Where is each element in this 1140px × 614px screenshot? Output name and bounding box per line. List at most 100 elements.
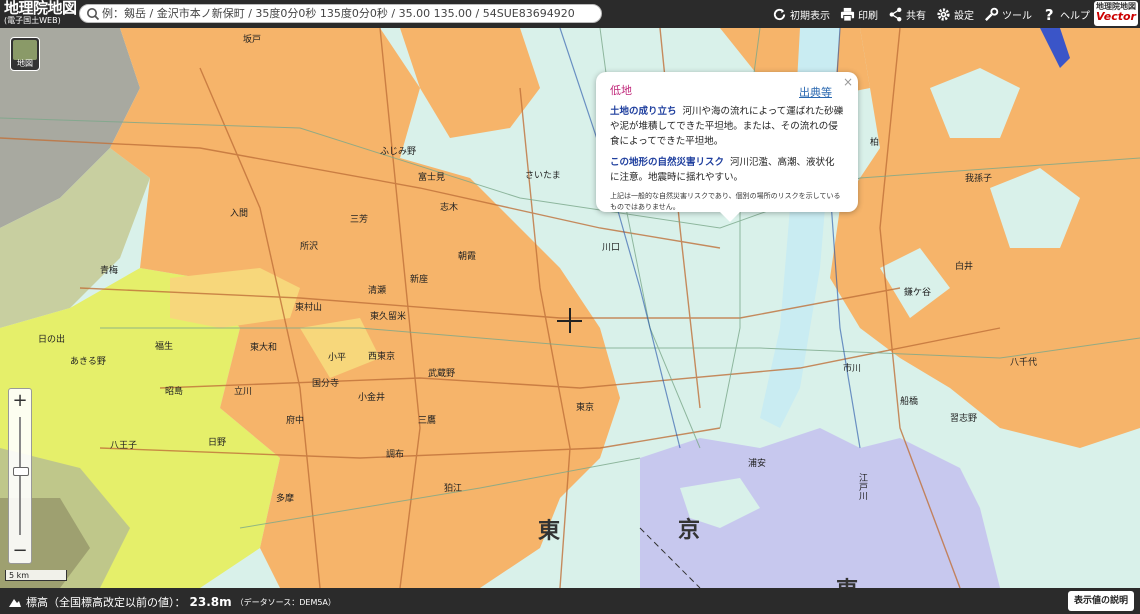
mountain-icon	[9, 599, 21, 607]
map-label: さいたま	[525, 171, 561, 181]
map-label: 習志野	[950, 414, 978, 424]
map-label: 国分寺	[312, 379, 340, 389]
map-label: 東京	[576, 403, 595, 413]
map-label: 武蔵野	[428, 369, 456, 379]
wrench-icon	[985, 7, 999, 21]
map-label: あきる野	[70, 357, 106, 367]
print-label: 印刷	[858, 10, 878, 22]
map-label-large: 京	[678, 518, 701, 543]
value-explanation-button[interactable]: 表示値の説明	[1067, 591, 1134, 611]
reset-view-button[interactable]: 初期表示	[772, 7, 830, 22]
scale-bar: 5 km	[5, 570, 67, 581]
map-label: 調布	[386, 450, 405, 460]
map-label: 川口	[602, 243, 621, 253]
gear-icon	[937, 7, 950, 21]
share-label: 共有	[906, 10, 926, 22]
logo-subtitle: (電子国土WEB)	[4, 16, 61, 25]
map-label: 白井	[955, 262, 974, 272]
zoom-out-button[interactable]: −	[9, 540, 31, 562]
land-origin-heading: 土地の成り立ち	[610, 106, 677, 117]
zoom-slider-handle[interactable]	[13, 467, 29, 477]
map-label: 西東京	[368, 352, 396, 362]
map-label: 東大和	[250, 343, 278, 353]
zoom-in-button[interactable]: +	[9, 390, 31, 412]
map-label: 小金井	[358, 393, 386, 403]
land-origin: 土地の成り立ち 河川や海の流れによって運ばれた砂礫や泥が堆積してできた平坦地。また…	[610, 104, 844, 149]
popup-close-button[interactable]: ×	[843, 75, 853, 89]
elevation-value: 23.8m	[189, 595, 232, 609]
map-label: 新座	[410, 275, 429, 285]
map-label-large: 東	[538, 519, 561, 544]
map-canvas[interactable]: 地図 坂戸 入間 青梅 所沢 三芳 富士見 ふじみ野 志木 朝霞 新座 さいたま…	[0, 28, 1140, 588]
share-button[interactable]: 共有	[888, 7, 926, 22]
toolbar-tools: 初期表示 印刷 共有 設定 ツール ? ヘルプ	[772, 4, 1090, 24]
tools-button[interactable]: ツール	[984, 7, 1032, 22]
map-label: 富士見	[418, 173, 446, 183]
help-icon: ?	[1045, 7, 1054, 22]
help-button[interactable]: ? ヘルプ	[1042, 7, 1090, 22]
map-label: 府中	[286, 416, 305, 426]
map-center-crosshair	[557, 308, 582, 333]
top-toolbar: 地理院地図 (電子国土WEB) 初期表示 印刷 共有 設定 ツール	[0, 0, 1140, 28]
zoom-control: + −	[8, 388, 32, 564]
search-box	[79, 4, 602, 23]
map-label: 所沢	[300, 242, 319, 252]
map-label: 立川	[234, 387, 253, 397]
elevation-label: 標高（全国標高改定以前の値）：	[26, 596, 186, 609]
tools-label: ツール	[1002, 10, 1032, 22]
svg-text:?: ?	[1045, 7, 1054, 22]
reset-view-label: 初期表示	[790, 10, 830, 22]
map-label: 市川	[843, 364, 862, 374]
app-logo[interactable]: 地理院地図 (電子国土WEB)	[4, 1, 77, 25]
map-label: 多摩	[276, 494, 295, 504]
map-label: 江戸川	[857, 473, 867, 500]
map-label: 船橋	[900, 397, 919, 407]
map-label: 八千代	[1010, 358, 1038, 368]
map-label-large: 東	[836, 572, 858, 588]
map-label: 我孫子	[965, 174, 993, 184]
map-label: 福生	[155, 342, 174, 352]
map-label: ふじみ野	[380, 147, 417, 157]
search-input[interactable]	[102, 5, 597, 22]
map-label: 東村山	[295, 303, 323, 313]
layer-switch-button[interactable]: 地図	[10, 37, 40, 71]
map-label: 入間	[230, 209, 249, 219]
map-label: 三芳	[350, 215, 369, 225]
logo-title: 地理院地図	[4, 0, 77, 17]
popup-note: 上記は一般的な自然災害リスクであり、個別の場所のリスクを示しているものではありま…	[610, 192, 841, 211]
elevation-readout: 標高（全国標高改定以前の値）： 23.8m （データソース：DEM5A）	[8, 594, 336, 610]
terrain-info-popup: × 低地 出典等 土地の成り立ち 河川や海の流れによって運ばれた砂礫や泥が堆積して…	[596, 72, 858, 222]
share-icon	[889, 7, 902, 21]
status-bar: 標高（全国標高改定以前の値）： 23.8m （データソース：DEM5A） 表示値…	[0, 588, 1140, 614]
printer-icon	[840, 7, 855, 22]
map-label: 東久留米	[370, 312, 407, 322]
layer-button-label: 地図	[17, 59, 33, 68]
elevation-data-source: （データソース：DEM5A）	[235, 597, 336, 607]
map-label: 昭島	[165, 387, 184, 397]
refresh-icon	[773, 8, 786, 20]
disaster-risk-heading: この地形の自然災害リスク	[610, 157, 725, 168]
help-label: ヘルプ	[1060, 10, 1090, 22]
map-label: 八王子	[110, 441, 138, 451]
map-label: 朝霞	[458, 252, 477, 262]
map-label: 三鷹	[418, 416, 437, 426]
map-label: 小平	[328, 353, 347, 363]
vector-logo-bottom: Vector	[1096, 10, 1136, 23]
print-button[interactable]: 印刷	[840, 7, 878, 22]
map-layer-thumbnail	[13, 40, 37, 60]
map-label: 鎌ケ谷	[904, 288, 932, 298]
vector-logo[interactable]: 地理院地図 Vector	[1094, 1, 1138, 26]
settings-button[interactable]: 設定	[936, 7, 974, 22]
map-label: 清瀬	[368, 286, 387, 296]
map-label: 日の出	[38, 335, 66, 345]
disaster-risk: この地形の自然災害リスク 河川氾濫、高潮、液状化に注意。地震時に揺れやすい。	[610, 155, 844, 185]
settings-label: 設定	[954, 10, 974, 22]
map-label: 日野	[208, 438, 227, 448]
map-label: 志木	[440, 203, 459, 213]
map-label: 青梅	[100, 266, 119, 276]
map-label: 坂戸	[243, 35, 262, 45]
source-link[interactable]: 出典等	[799, 84, 832, 100]
search-icon	[87, 8, 100, 21]
map-label: 柏	[870, 138, 880, 148]
map-label: 浦安	[748, 459, 767, 469]
